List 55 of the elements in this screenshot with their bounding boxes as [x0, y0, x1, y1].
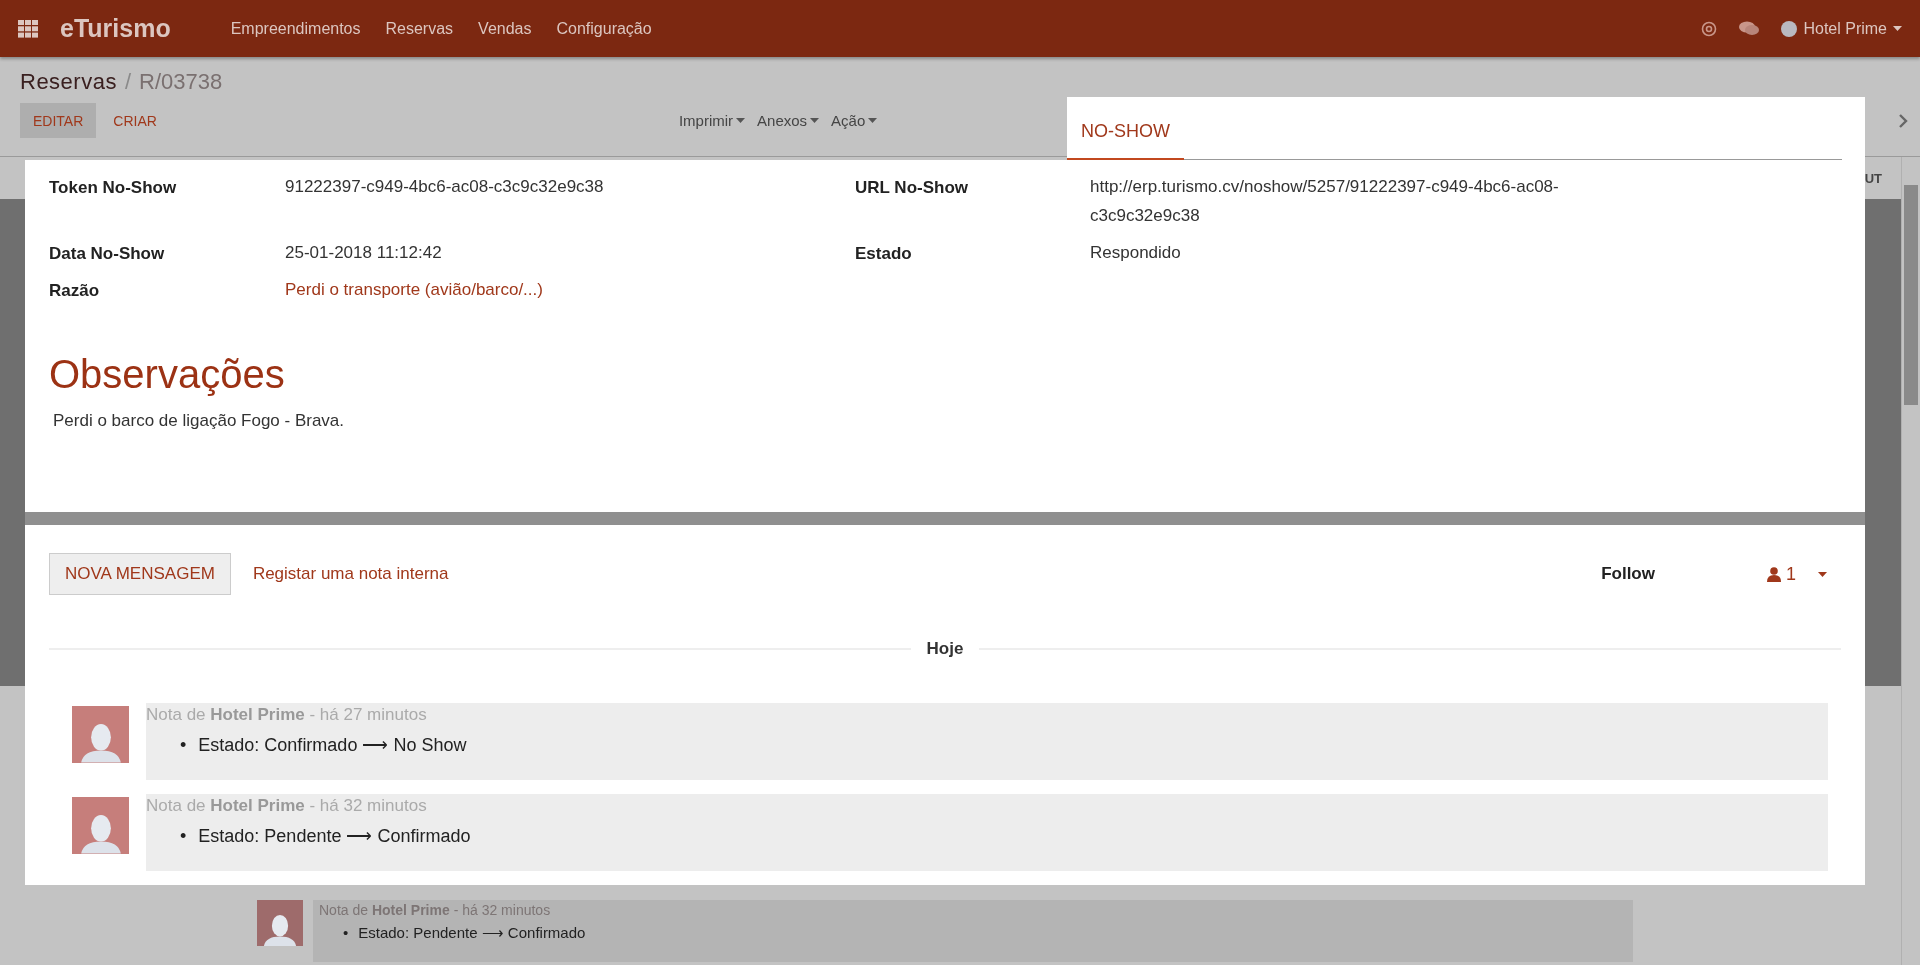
person-icon	[1767, 566, 1781, 582]
field-value: 25-01-2018 11:12:42	[285, 242, 443, 264]
field-label: Token No-Show	[49, 178, 178, 198]
app-name: eTurismo	[60, 14, 171, 43]
log-note-link[interactable]: Registar uma nota interna	[252, 564, 449, 584]
tracking-change: Estado: Confirmado ⟶ No Show	[198, 734, 467, 757]
breadcrumb-separator: /	[124, 69, 132, 95]
field-link[interactable]: Perdi o transporte (avião/barco/...)	[285, 275, 855, 304]
bullet: •	[343, 923, 349, 943]
menu-item[interactable]: Empreendimentos	[230, 19, 361, 38]
bullet: •	[180, 825, 187, 848]
tracking-change: Estado: Pendente ⟶ Confirmado	[358, 923, 586, 943]
caret-icon	[868, 118, 878, 123]
menu-item[interactable]: Reservas	[385, 19, 454, 38]
caret-icon	[736, 118, 746, 123]
field-value: http://erp.turismo.cv/noshow/5257/91222397-c949-4bc6-ac08-c3c9c32e9c38	[1090, 176, 1560, 227]
field-value: Respondido	[1090, 242, 1182, 264]
user-menu[interactable]: Hotel Prime	[1781, 19, 1902, 38]
notes-text: Perdi o barco de ligação Fogo - Brava.	[53, 411, 346, 431]
new-message-button[interactable]: NOVA MENSAGEM	[49, 553, 231, 595]
menu-item[interactable]: Configuração	[556, 19, 652, 38]
avatar-silhouette-icon	[78, 723, 123, 763]
chat-bubbles-icon[interactable]	[1739, 21, 1760, 36]
dropdown-menu[interactable]: Ação	[831, 112, 878, 129]
field-label: Razão	[49, 281, 101, 301]
apps-grid-icon[interactable]	[18, 19, 38, 38]
caret-icon	[1893, 26, 1902, 31]
avatar-icon	[1781, 20, 1798, 37]
avatar-silhouette-icon	[78, 814, 123, 854]
menu-item[interactable]: Vendas	[478, 19, 532, 38]
dropdown-menu[interactable]: Anexos	[757, 112, 820, 129]
message-header: Nota de Hotel Prime - há 27 minutos	[146, 705, 428, 725]
avatar-silhouette-icon	[262, 913, 298, 946]
field-label: Estado	[855, 244, 913, 264]
create-button[interactable]: CRIAR	[100, 103, 170, 138]
breadcrumb-current: R/03738	[139, 69, 223, 95]
bullet: •	[180, 734, 187, 757]
breadcrumb-link[interactable]: Reservas	[20, 69, 117, 95]
caret-icon	[1818, 571, 1827, 577]
message-header: Nota de Hotel Prime - há 32 minutos	[146, 796, 428, 816]
field-label: Data No-Show	[49, 244, 166, 264]
tracking-change: Estado: Pendente ⟶ Confirmado	[198, 825, 471, 848]
scrollbar[interactable]	[1901, 157, 1920, 965]
field-value: 91222397-c949-4bc6-ac08-c3c9c32e9c38	[285, 176, 605, 198]
chevron-right-icon[interactable]	[1898, 113, 1908, 128]
button-text-fragment: UT	[1864, 170, 1882, 186]
followers-button[interactable]: 1	[1767, 563, 1827, 585]
message-header: Nota de Hotel Prime - há 32 minutos	[319, 902, 552, 918]
dropdown-menu[interactable]: Imprimir	[678, 112, 746, 129]
date-separator: Hoje	[926, 639, 964, 659]
follow-button[interactable]: Follow	[1601, 564, 1655, 584]
caret-icon	[810, 118, 820, 123]
edit-button[interactable]: EDITAR	[20, 103, 97, 138]
section-title: Observações	[49, 352, 286, 397]
field-label: URL No-Show	[855, 178, 969, 198]
